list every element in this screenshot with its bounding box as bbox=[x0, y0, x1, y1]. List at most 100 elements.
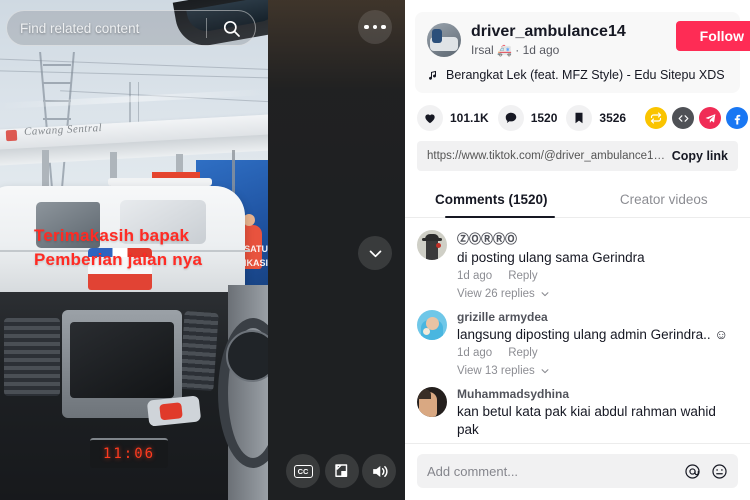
video-link-row: https://www.tiktok.com/@driver_ambulance… bbox=[417, 141, 738, 171]
chevron-down-icon bbox=[541, 369, 549, 374]
picture-in-picture-button[interactable] bbox=[325, 454, 359, 488]
music-row[interactable]: Berangkat Lek (feat. MFZ Style) - Edu Si… bbox=[427, 68, 728, 82]
ambulance-stripe bbox=[88, 274, 152, 290]
comment-text: di posting ulang sama Gerindra bbox=[457, 250, 645, 265]
author-avatar[interactable] bbox=[427, 22, 461, 57]
comment-meta: 1d ago Reply bbox=[457, 270, 738, 282]
music-title: Berangkat Lek (feat. MFZ Style) - Edu Si… bbox=[446, 68, 725, 82]
comment-meta: 1d ago Reply bbox=[457, 347, 738, 359]
find-related-content-search[interactable]: Find related content bbox=[6, 10, 256, 46]
comment-reply-button[interactable]: Reply bbox=[508, 270, 537, 282]
follow-button[interactable]: Follow bbox=[675, 21, 750, 51]
commenter-avatar[interactable] bbox=[417, 230, 447, 260]
captions-button[interactable]: CC bbox=[286, 454, 320, 488]
commenter-name[interactable]: ⓏⓄⓇⓇⓄ bbox=[457, 230, 738, 247]
comment-button[interactable] bbox=[497, 105, 524, 131]
commenter-avatar[interactable] bbox=[417, 310, 447, 340]
emoji-icon bbox=[712, 463, 727, 479]
comment-time: 1d ago bbox=[457, 347, 493, 359]
comment-time: 1d ago bbox=[457, 270, 493, 282]
dash-clock-digits: 11:06 bbox=[102, 446, 156, 462]
gear-shifter bbox=[146, 395, 202, 427]
panel-header: driver_ambulance14 Irsal 🚑 · 1d ago Foll… bbox=[405, 0, 750, 218]
volume-icon bbox=[372, 465, 388, 477]
facebook-share-button[interactable] bbox=[726, 107, 749, 129]
author-row: driver_ambulance14 Irsal 🚑 · 1d ago Foll… bbox=[427, 21, 750, 57]
comment-stat[interactable]: 1520 bbox=[497, 105, 558, 131]
comment-body: grizille armydea langsung diposting ulan… bbox=[457, 310, 738, 359]
search-button[interactable] bbox=[207, 19, 255, 38]
comment-composer: Add comment... bbox=[405, 443, 750, 500]
comment-text: kan betul kata pak kiai abdul rahman wah… bbox=[457, 404, 716, 437]
comment-item: ⓏⓄⓇⓇⓄ di posting ulang sama Gerindra 1d … bbox=[417, 222, 738, 282]
cc-icon: CC bbox=[293, 464, 313, 478]
comments-list[interactable]: ⓏⓄⓇⓇⓄ di posting ulang sama Gerindra 1d … bbox=[405, 218, 750, 443]
commenter-name[interactable]: Muhammadsydhina bbox=[457, 387, 738, 401]
copy-link-button[interactable]: Copy link bbox=[672, 149, 728, 163]
video-stage: Cawang Sentral TU SATU IKASI 11:06 Terim… bbox=[0, 0, 405, 500]
repost-button[interactable] bbox=[645, 107, 668, 129]
overlay-caption-line-2: Pemberian jalan nya bbox=[34, 250, 203, 269]
like-stat[interactable]: 101.1K bbox=[417, 105, 489, 131]
view-replies-label: View 13 replies bbox=[457, 365, 535, 377]
comment-count: 1520 bbox=[530, 111, 558, 125]
air-vent-left bbox=[4, 318, 60, 396]
search-placeholder: Find related content bbox=[20, 20, 140, 36]
author-card: driver_ambulance14 Irsal 🚑 · 1d ago Foll… bbox=[415, 12, 750, 93]
air-vent-right bbox=[179, 310, 219, 392]
video-overlay-caption: Terimakasih bapak Pemberian jalan nya bbox=[34, 224, 202, 272]
chevron-down-icon bbox=[369, 250, 381, 257]
commenter-name[interactable]: grizille armydea bbox=[457, 310, 738, 324]
heart-icon bbox=[425, 114, 435, 124]
like-button[interactable] bbox=[417, 105, 443, 131]
comment-text: langsung diposting ulang admin Gerindra.… bbox=[457, 327, 729, 342]
mention-button[interactable] bbox=[684, 463, 701, 480]
comment-body: ⓏⓄⓇⓇⓄ di posting ulang sama Gerindra 1d … bbox=[457, 230, 738, 282]
more-dot bbox=[381, 24, 386, 30]
like-count: 101.1K bbox=[450, 111, 489, 125]
telegram-icon bbox=[705, 113, 715, 123]
embed-code-icon bbox=[678, 114, 689, 122]
view-replies-button[interactable]: View 13 replies bbox=[457, 365, 738, 377]
infotainment-screen bbox=[70, 322, 174, 398]
overlay-caption-line-1: Terimakasih bapak bbox=[34, 226, 190, 245]
bookmark-stat[interactable]: 3526 bbox=[566, 105, 626, 131]
embed-code-button[interactable] bbox=[672, 107, 695, 129]
video-url[interactable]: https://www.tiktok.com/@driver_ambulance… bbox=[427, 150, 666, 162]
comment-input-placeholder: Add comment... bbox=[427, 463, 519, 479]
tab-creator-videos[interactable]: Creator videos bbox=[578, 183, 750, 217]
facebook-icon bbox=[734, 114, 740, 124]
tab-comments[interactable]: Comments (1520) bbox=[405, 183, 578, 217]
telegram-share-button[interactable] bbox=[699, 107, 722, 129]
suv-roof-rack bbox=[108, 178, 212, 186]
more-options-button[interactable] bbox=[358, 10, 392, 44]
next-video-button[interactable] bbox=[358, 236, 392, 270]
music-note-icon bbox=[429, 70, 436, 80]
comment-input-box[interactable]: Add comment... bbox=[417, 454, 738, 488]
comment-body: Muhammadsydhina kan betul kata pak kiai … bbox=[457, 387, 738, 439]
at-mention-icon bbox=[685, 463, 700, 479]
repost-icon bbox=[651, 112, 662, 124]
share-icons-row bbox=[645, 107, 750, 129]
picture-in-picture-icon bbox=[335, 464, 348, 477]
engagement-stats-row: 101.1K 1520 3526 bbox=[405, 93, 750, 131]
chevron-down-icon bbox=[541, 292, 549, 297]
bookmark-button[interactable] bbox=[566, 105, 593, 131]
comment-icon bbox=[505, 112, 516, 123]
comment-reply-button[interactable]: Reply bbox=[508, 347, 537, 359]
shifter-red-button bbox=[159, 402, 183, 421]
video-player[interactable]: Cawang Sentral TU SATU IKASI 11:06 Terim… bbox=[0, 0, 268, 500]
view-replies-button[interactable]: View 26 replies bbox=[457, 288, 738, 300]
station-logo bbox=[5, 129, 18, 142]
panel-tabs: Comments (1520) Creator videos bbox=[405, 183, 750, 218]
video-details-panel: driver_ambulance14 Irsal 🚑 · 1d ago Foll… bbox=[405, 0, 750, 500]
volume-button[interactable] bbox=[362, 454, 396, 488]
comment-item: grizille armydea langsung diposting ulan… bbox=[417, 302, 738, 359]
emoji-button[interactable] bbox=[711, 463, 728, 480]
view-replies-label: View 26 replies bbox=[457, 288, 535, 300]
commenter-avatar[interactable] bbox=[417, 387, 447, 417]
bookmark-count: 3526 bbox=[599, 111, 627, 125]
search-icon bbox=[223, 20, 240, 37]
dash-clock-panel: 11:06 bbox=[90, 438, 168, 468]
comment-item: Muhammadsydhina kan betul kata pak kiai … bbox=[417, 379, 738, 439]
